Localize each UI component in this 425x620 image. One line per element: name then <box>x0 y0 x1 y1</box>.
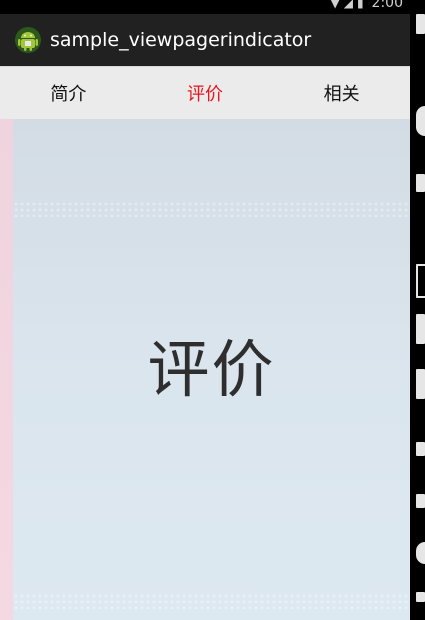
edge-glyph <box>416 174 425 192</box>
edge-glyph <box>416 592 425 602</box>
battery-icon: ▮ <box>356 0 364 10</box>
edge-glyph <box>416 542 425 564</box>
status-icons: ▼ ◢ ▮ 2:00 <box>330 0 403 12</box>
page-content-text: 评价 <box>147 333 276 406</box>
edge-glyph <box>416 106 425 136</box>
android-icon[interactable] <box>14 26 42 54</box>
view-pager[interactable]: 评价 <box>0 119 410 620</box>
signal-icon: ◢ <box>343 0 353 10</box>
edge-glyph <box>416 369 425 399</box>
tab-related[interactable]: 相关 <box>273 67 410 119</box>
status-time: 2:00 <box>371 0 403 11</box>
device-screen: ▼ ◢ ▮ 2:00 sample_viewpagerindicator 简介 <box>0 0 425 620</box>
right-edge-strip <box>410 14 425 620</box>
edge-glyph <box>416 264 425 298</box>
action-bar: sample_viewpagerindicator <box>0 14 410 66</box>
pattern-band <box>13 593 410 609</box>
adjacent-page-edge <box>0 119 13 620</box>
edge-glyph <box>416 494 425 508</box>
edge-glyph <box>416 314 425 344</box>
edge-glyph <box>416 442 425 456</box>
edge-glyph <box>416 14 425 34</box>
tab-strip: 简介 评价 相关 <box>0 66 410 119</box>
pattern-band <box>13 201 410 217</box>
tab-reviews[interactable]: 评价 <box>137 67 274 119</box>
wifi-icon: ▼ <box>330 0 340 10</box>
status-bar: ▼ ◢ ▮ 2:00 <box>0 0 425 14</box>
app-title: sample_viewpagerindicator <box>50 29 312 51</box>
tab-intro[interactable]: 简介 <box>0 67 137 119</box>
